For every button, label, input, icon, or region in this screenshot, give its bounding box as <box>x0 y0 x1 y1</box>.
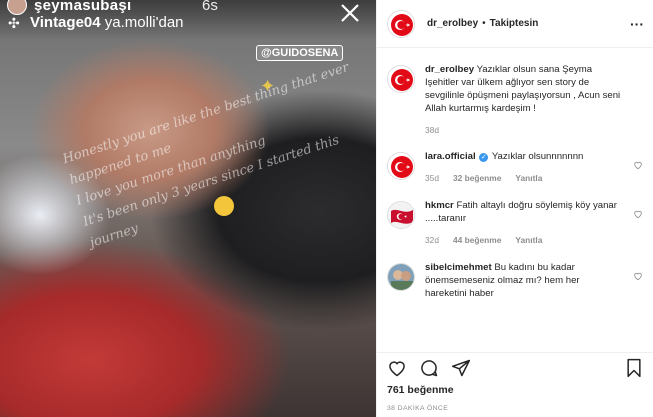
caption-body: dr_erolbey Yazıklar olsun sana Şeyma Işe… <box>425 63 623 137</box>
comment-item: sibelcimehmet Bu kadını bu kadar önemsem… <box>377 261 653 300</box>
heart-icon[interactable] <box>633 209 643 219</box>
caption-time: 38d <box>425 125 439 135</box>
more-options-icon[interactable]: ··· <box>629 16 645 32</box>
comment-item: hkmcr Fatih altaylı doğru söylemiş köy y… <box>377 199 653 247</box>
like-heart-icon[interactable] <box>387 358 407 378</box>
turkish-flag-icon <box>388 153 414 179</box>
story-image[interactable]: şeymasubaşı 6s ✣ Vintage04 ya.molli'dan … <box>0 0 376 417</box>
caption-meta: 38d <box>425 124 623 137</box>
comment-likes[interactable]: 44 beğenme <box>453 234 501 247</box>
comment-username[interactable]: hkmcr <box>425 200 454 211</box>
verified-badge-icon: ✓ <box>479 153 489 162</box>
music-artist: ya.molli'dan <box>104 14 184 31</box>
comment-body: hkmcr Fatih altaylı doğru söylemiş köy y… <box>425 199 623 247</box>
story-music[interactable]: Vintage04 ya.molli'dan <box>30 14 184 31</box>
reply-button[interactable]: Yanıtla <box>515 234 542 247</box>
comment-meta: 32d 44 beğenme Yanıtla <box>425 234 623 247</box>
heart-icon[interactable] <box>633 160 643 170</box>
close-icon[interactable] <box>339 2 361 24</box>
photo-avatar-icon <box>388 264 414 290</box>
avatar[interactable] <box>387 9 415 38</box>
avatar[interactable] <box>387 65 415 93</box>
heart-icon[interactable] <box>633 271 643 281</box>
waving-flag-avatar-icon <box>388 202 414 228</box>
comment-meta: 35d 32 beğenme Yanıtla <box>425 172 623 185</box>
comment-body: sibelcimehmet Bu kadını bu kadar önemsem… <box>425 261 623 300</box>
story-mention-tag[interactable]: @GUIDOSENA <box>256 45 344 61</box>
comment-time: 35d <box>425 173 439 183</box>
music-icon: ✣ <box>8 15 20 31</box>
comment-likes[interactable]: 32 beğenme <box>453 172 501 185</box>
post-time-ago: 38 DAKİKA ÖNCE <box>387 405 449 412</box>
comment-text: Yazıklar olsunnnnnnn <box>491 151 584 162</box>
story-username[interactable]: şeymasubaşı <box>34 0 132 14</box>
comment-bubble-icon[interactable] <box>419 358 439 378</box>
story-handwritten-text: Honestly you are like the best thing tha… <box>60 51 376 255</box>
separator-dot: • <box>482 18 486 29</box>
comment-item: lara.official ✓ Yazıklar olsunnnnnnn 35d… <box>377 150 653 185</box>
music-title: Vintage04 <box>30 14 101 31</box>
comment-body: lara.official ✓ Yazıklar olsunnnnnnn 35d… <box>425 150 623 185</box>
avatar[interactable] <box>387 201 415 229</box>
reply-button[interactable]: Yanıtla <box>515 172 542 185</box>
turkish-flag-icon <box>388 66 414 92</box>
caption-username[interactable]: dr_erolbey <box>425 64 474 75</box>
story-time: 6s <box>202 0 218 14</box>
instagram-post-viewer: şeymasubaşı 6s ✣ Vintage04 ya.molli'dan … <box>0 0 653 417</box>
avatar[interactable] <box>387 152 415 180</box>
comment-time: 32d <box>425 235 439 245</box>
post-header: dr_erolbey • Takiptesin ··· <box>377 0 653 48</box>
comment-username[interactable]: lara.official <box>425 151 476 162</box>
post-panel: dr_erolbey • Takiptesin ··· dr_erolbey Y… <box>376 0 653 417</box>
comment-username[interactable]: sibelcimehmet <box>425 262 492 273</box>
action-bar <box>377 352 653 382</box>
turkish-flag-icon <box>388 10 414 37</box>
comment-text: Fatih altaylı doğru söylemiş köy yanar .… <box>425 200 617 224</box>
post-username[interactable]: dr_erolbey <box>427 18 478 29</box>
follow-status[interactable]: Takiptesin <box>490 18 539 29</box>
comments-list: dr_erolbey Yazıklar olsun sana Şeyma Işe… <box>377 48 653 348</box>
avatar[interactable] <box>387 263 415 291</box>
caption: dr_erolbey Yazıklar olsun sana Şeyma Işe… <box>377 63 653 137</box>
likes-count[interactable]: 761 beğenme <box>387 384 454 396</box>
share-paper-plane-icon[interactable] <box>451 358 471 378</box>
bookmark-icon[interactable] <box>625 358 643 378</box>
